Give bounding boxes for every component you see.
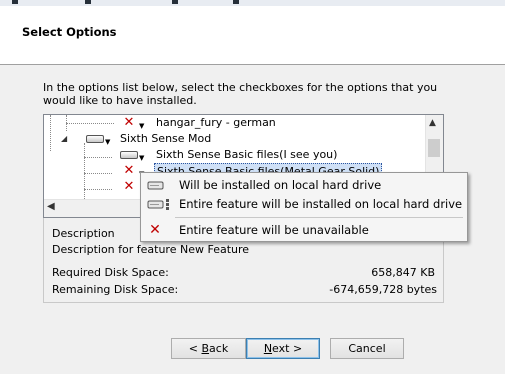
menu-item-install-local[interactable]: Will be installed on local hard drive <box>141 176 467 194</box>
menu-separator <box>175 217 463 218</box>
next-button[interactable]: Next > <box>246 338 320 359</box>
feature-state-menu: Will be installed on local hard drive En… <box>140 172 468 242</box>
instructions-text: In the options list below, select the ch… <box>43 81 453 107</box>
feature-state-button[interactable]: ✕ ▼ <box>118 116 148 130</box>
remaining-space-label: Remaining Disk Space: <box>52 283 179 296</box>
titlebar-glyph <box>172 0 178 4</box>
menu-item-install-entire[interactable]: Entire feature will be installed on loca… <box>141 195 467 213</box>
required-space-label: Required Disk Space: <box>52 266 169 279</box>
back-prefix: < <box>188 342 202 355</box>
description-text: Description for feature New Feature <box>52 243 250 256</box>
red-x-icon: ✕ <box>123 115 135 130</box>
expand-collapse-icon[interactable]: ◢ <box>61 131 67 147</box>
tree-item-label: hangar_fury - german <box>156 116 276 129</box>
drive-icon <box>86 135 104 143</box>
back-rest: ack <box>209 342 229 355</box>
back-button[interactable]: < Back <box>171 338 246 359</box>
instructions-label: In the options list below, select the ch… <box>43 81 438 107</box>
scroll-up-icon[interactable]: ▲ <box>429 118 436 128</box>
drive-tree-icon <box>147 198 169 210</box>
window-icon <box>12 0 18 4</box>
description-caption: Description <box>52 227 115 240</box>
next-mnemonic: N <box>263 342 273 355</box>
tree-row[interactable]: ✕ ▼ hangar_fury - german <box>44 115 424 131</box>
cancel-button[interactable]: Cancel <box>330 338 404 359</box>
menu-item-label: Entire feature will be unavailable <box>179 223 369 237</box>
drive-icon <box>120 151 138 159</box>
menu-item-unavailable[interactable]: ✕ Entire feature will be unavailable <box>141 221 467 239</box>
required-space-value: 658,847 KB <box>371 266 435 279</box>
header-banner: Select Options <box>0 6 505 65</box>
titlebar-glyph <box>233 0 239 4</box>
remaining-space-value: -674,659,728 bytes <box>329 283 437 296</box>
red-x-icon: ✕ <box>123 163 135 178</box>
tree-row[interactable]: ▼ Sixth Sense Basic files(I see you) <box>44 147 424 163</box>
feature-state-button[interactable]: ▼ <box>118 148 148 162</box>
back-mnemonic: B <box>201 342 210 355</box>
cancel-label: Cancel <box>348 342 386 355</box>
scroll-thumb[interactable] <box>428 139 440 157</box>
tree-item-label: Sixth Sense Basic files(I see you) <box>156 148 338 161</box>
red-x-icon: ✕ <box>149 222 161 238</box>
tree-row[interactable]: ◢ ▼ Sixth Sense Mod <box>44 131 424 147</box>
scroll-left-icon[interactable]: ◀ <box>47 201 55 212</box>
menu-item-label: Entire feature will be installed on loca… <box>179 197 463 211</box>
page-title: Select Options <box>22 25 117 39</box>
next-rest: ext > <box>272 342 303 355</box>
feature-state-button[interactable]: ▼ <box>84 132 114 146</box>
drive-icon <box>147 179 167 191</box>
red-x-icon: ✕ <box>123 179 135 194</box>
titlebar-glyph <box>85 0 91 4</box>
tree-item-label: Sixth Sense Mod <box>120 132 212 145</box>
menu-item-label: Will be installed on local hard drive <box>179 178 382 192</box>
